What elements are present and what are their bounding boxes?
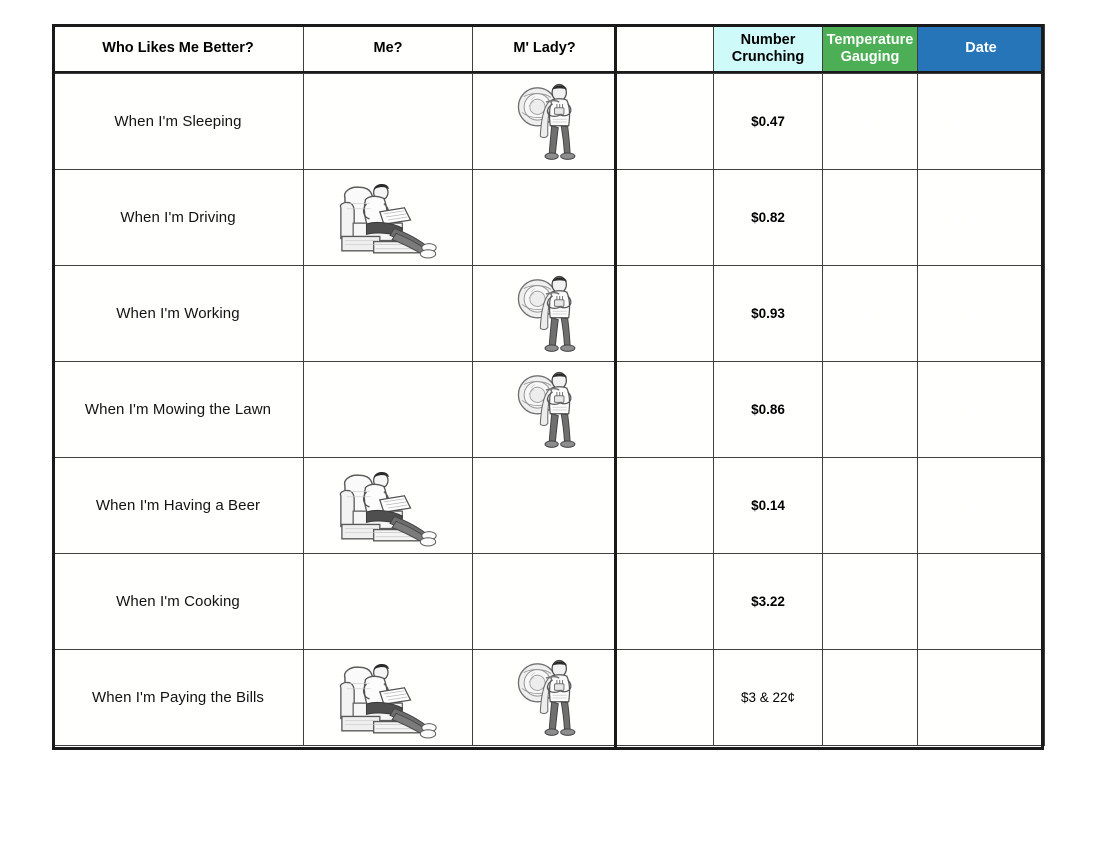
cell-number-crunching: $0.82 [713, 169, 823, 266]
cell-number-crunching: $0.93 [713, 265, 823, 362]
cell-mlady-illustration [472, 169, 617, 266]
table-right-border [1041, 24, 1044, 750]
table-row: When I'm Paying the Bills $3 & 22¢ [52, 649, 1045, 746]
cell-date: 4/30/2017 [917, 169, 1045, 266]
comparison-table: Who Likes Me Better? Me? M' Lady? Number… [52, 24, 1045, 746]
header-row: Who Likes Me Better? Me? M' Lady? Number… [52, 24, 1045, 74]
cell-mlady-illustration [472, 457, 617, 554]
cell-topic: When I'm Paying the Bills [52, 649, 304, 746]
cell-number-crunching: $3.22 [713, 553, 823, 650]
temperature-gauging-line-1: Temperature [826, 31, 914, 48]
cell-temperature-gauging: 86° [822, 73, 918, 170]
cell-mlady-illustration [472, 553, 617, 650]
cell-mlady-illustration [472, 265, 617, 362]
table-header: Who Likes Me Better? Me? M' Lady? Number… [52, 24, 1045, 74]
header-bottom-border [52, 71, 1044, 73]
table-row: When I'm Driving $0.82 67° 4/30/2017 [52, 169, 1045, 266]
cell-date: 5/3/2017 [917, 457, 1045, 554]
cell-me-illustration [303, 457, 473, 554]
cell-topic: When I'm Cooking [52, 553, 304, 650]
cell-spacer [616, 265, 714, 362]
cell-number-crunching: $0.47 [713, 73, 823, 170]
column-header-temperature-gauging: Temperature Gauging [822, 24, 918, 74]
cell-spacer [616, 169, 714, 266]
cell-date [917, 553, 1045, 650]
table-top-border [52, 24, 1044, 27]
cell-temperature-gauging: 74° [822, 361, 918, 458]
cell-number-crunching: $0.86 [713, 361, 823, 458]
cell-me-illustration [303, 265, 473, 362]
cell-date: 5/2/2017 [917, 361, 1045, 458]
temperature-gauging-line-2: Gauging [840, 49, 900, 65]
table-row: When I'm Mowing the Lawn $0.86 74° 5/2/2017 [52, 361, 1045, 458]
table-left-border [52, 24, 55, 750]
separator-before-blank-column [614, 24, 617, 750]
cell-topic: When I'm Mowing the Lawn [52, 361, 304, 458]
cell-date: 5/1/2017 [917, 265, 1045, 362]
cell-temperature-gauging [822, 553, 918, 650]
cell-mlady-illustration [472, 649, 617, 746]
cell-me-illustration [303, 169, 473, 266]
cell-topic: When I'm Working [52, 265, 304, 362]
man-in-armchair-sketch [339, 662, 437, 739]
column-header-date: Date [917, 24, 1045, 74]
man-in-armchair-sketch [339, 182, 437, 259]
sousaphone-player-sketch [517, 371, 576, 448]
cell-topic: When I'm Having a Beer [52, 457, 304, 554]
number-crunching-line-2: Crunching [731, 49, 805, 65]
table-row: When I'm Cooking $3.22 [52, 553, 1045, 650]
table-row: When I'm Working $0.93 82° 5/1/2017 [52, 265, 1045, 362]
column-header-topic: Who Likes Me Better? [52, 24, 304, 74]
sousaphone-player-sketch [517, 83, 576, 160]
cell-me-illustration [303, 553, 473, 650]
cell-mlady-illustration [472, 361, 617, 458]
cell-me-illustration [303, 73, 473, 170]
column-header-mlady: M' Lady? [472, 24, 617, 74]
cell-spacer [616, 361, 714, 458]
column-header-spacer [616, 24, 714, 74]
cell-spacer [616, 73, 714, 170]
cell-temperature-gauging: 60° [822, 457, 918, 554]
cell-date: 4/29/2017 [917, 73, 1045, 170]
table-bottom-border [52, 747, 1044, 750]
cell-spacer [616, 649, 714, 746]
cell-spacer [616, 553, 714, 650]
cell-temperature-gauging: 67° [822, 169, 918, 266]
column-header-me: Me? [303, 24, 473, 74]
cell-topic: When I'm Sleeping [52, 73, 304, 170]
spreadsheet-canvas: Who Likes Me Better? Me? M' Lady? Number… [0, 0, 1099, 850]
cell-mlady-illustration [472, 73, 617, 170]
man-in-armchair-sketch [339, 470, 437, 547]
sousaphone-player-sketch [517, 659, 576, 736]
cell-temperature-gauging [822, 649, 918, 746]
table-row: When I'm Sleeping $0.47 86° 4/29/2017 [52, 73, 1045, 170]
column-header-number-crunching: Number Crunching [713, 24, 823, 74]
number-crunching-line-1: Number [740, 31, 796, 48]
table-row: When I'm Having a Beer $0.14 60° 5/3/2017 [52, 457, 1045, 554]
cell-topic: When I'm Driving [52, 169, 304, 266]
cell-number-crunching: $3 & 22¢ [713, 649, 823, 746]
cell-temperature-gauging: 82° [822, 265, 918, 362]
cell-me-illustration [303, 361, 473, 458]
table-body: When I'm Sleeping $0.47 86° 4/29/2017 When I… [52, 73, 1045, 746]
cell-date [917, 649, 1045, 746]
cell-number-crunching: $0.14 [713, 457, 823, 554]
sousaphone-player-sketch [517, 275, 576, 352]
cell-spacer [616, 457, 714, 554]
cell-me-illustration [303, 649, 473, 746]
